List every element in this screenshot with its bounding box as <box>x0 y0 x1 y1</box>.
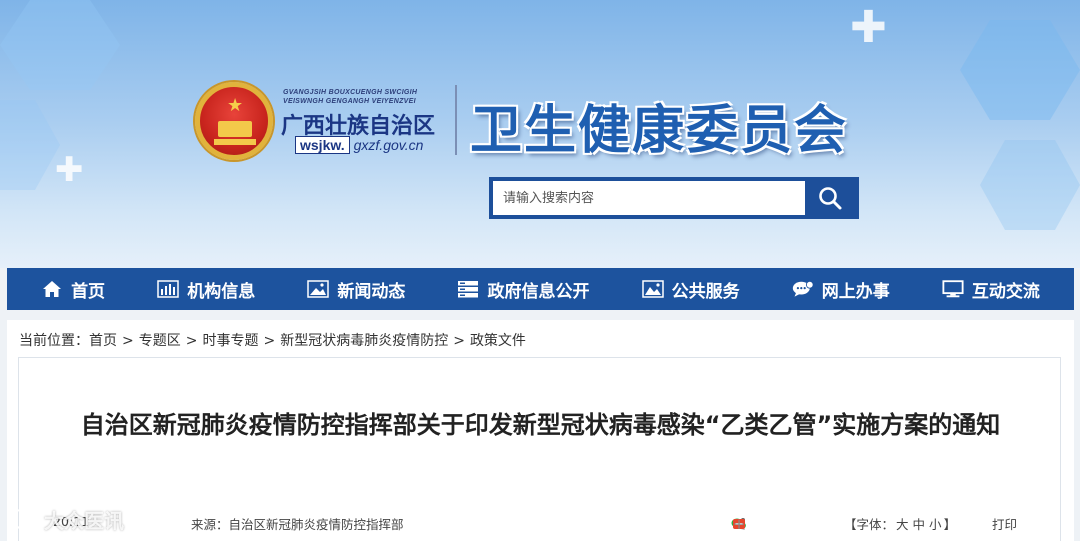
font-size-control: 【字体：大中小】 <box>844 517 957 532</box>
breadcrumb-link-policy[interactable]: 政策文件 <box>470 333 526 349</box>
home-icon <box>41 279 63 299</box>
font-size-medium[interactable]: 中 <box>913 517 926 532</box>
article-meta: 20:11 来源：自治区新冠肺炎疫情防控指挥部 + 【字体：大中小】 打印 <box>19 510 1062 534</box>
watermark-logo: 大众医讯 <box>8 505 124 534</box>
plus-icon[interactable]: + <box>731 515 747 533</box>
site-url: wsjkw. gxzf.gov.cn <box>295 136 423 154</box>
image-icon <box>307 279 330 299</box>
decor-hexagon <box>0 0 120 90</box>
chat-bubble-icon <box>9 508 35 532</box>
decor-cross-icon: ✚ <box>55 151 84 189</box>
search-input[interactable] <box>493 181 805 215</box>
breadcrumb-link-current-affairs[interactable]: 时事专题 <box>202 333 258 349</box>
decor-hexagon <box>980 140 1080 230</box>
decor-hexagon <box>0 100 60 190</box>
department-title: 卫生健康委员会 <box>470 101 849 161</box>
print-button[interactable]: 打印 <box>992 514 1017 533</box>
breadcrumb-link-topics[interactable]: 专题区 <box>139 333 181 349</box>
article-source: 来源：自治区新冠肺炎疫情防控指挥部 <box>191 517 404 532</box>
main-nav: 首页 机构信息 新闻动态 政府信息公开 公共服务 网上办事 互动交流 <box>7 268 1074 310</box>
nav-item-online-service[interactable]: 网上办事 <box>792 277 890 302</box>
chat-icon <box>792 279 814 299</box>
search-bar <box>489 177 859 219</box>
star-icon: ★ <box>227 95 244 115</box>
font-size-small[interactable]: 小 <box>929 517 942 532</box>
server-icon <box>457 279 479 299</box>
header-divider <box>455 85 457 155</box>
decor-hexagon <box>960 20 1080 120</box>
nav-item-interaction[interactable]: 互动交流 <box>942 277 1040 302</box>
font-size-large[interactable]: 大 <box>896 517 909 532</box>
search-button[interactable] <box>805 181 855 215</box>
nav-item-home[interactable]: 首页 <box>41 277 105 302</box>
content-area: 当前位置：首页 > 专题区 > 时事专题 > 新型冠状病毒肺炎疫情防控 > 政策文件 自治区新冠… <box>7 320 1074 541</box>
nav-item-gov-info[interactable]: 政府信息公开 <box>457 277 589 302</box>
decor-cross-icon: ✚ <box>850 3 887 52</box>
search-icon <box>819 187 842 210</box>
article-title: 自治区新冠肺炎疫情防控指挥部关于印发新型冠状病毒感染“乙类乙管”实施方案的通知 <box>80 411 1001 439</box>
breadcrumb: 当前位置：首页 > 专题区 > 时事专题 > 新型冠状病毒肺炎疫情防控 > 政策文件 <box>19 333 526 349</box>
article-panel: 自治区新冠肺炎疫情防控指挥部关于印发新型冠状病毒感染“乙类乙管”实施方案的通知 … <box>18 357 1061 541</box>
bar-chart-icon <box>157 279 179 299</box>
nav-item-public-service[interactable]: 公共服务 <box>641 277 740 302</box>
nav-item-institution[interactable]: 机构信息 <box>157 277 255 302</box>
gov-name-english: GVANGJSIH BOUXCUENGH SWCIGIH VEISWNGH GE… <box>283 89 418 105</box>
national-emblem-logo[interactable]: ★ <box>195 82 273 160</box>
breadcrumb-link-home[interactable]: 首页 <box>89 333 117 349</box>
landscape-icon <box>641 279 664 299</box>
header-banner: ✚ ✚ ★ GVANGJSIH BOUXCUENGH SWCIGIH VEISW… <box>0 0 1080 268</box>
monitor-icon <box>942 279 964 299</box>
breadcrumb-link-covid[interactable]: 新型冠状病毒肺炎疫情防控 <box>280 333 448 349</box>
nav-item-news[interactable]: 新闻动态 <box>307 277 405 302</box>
